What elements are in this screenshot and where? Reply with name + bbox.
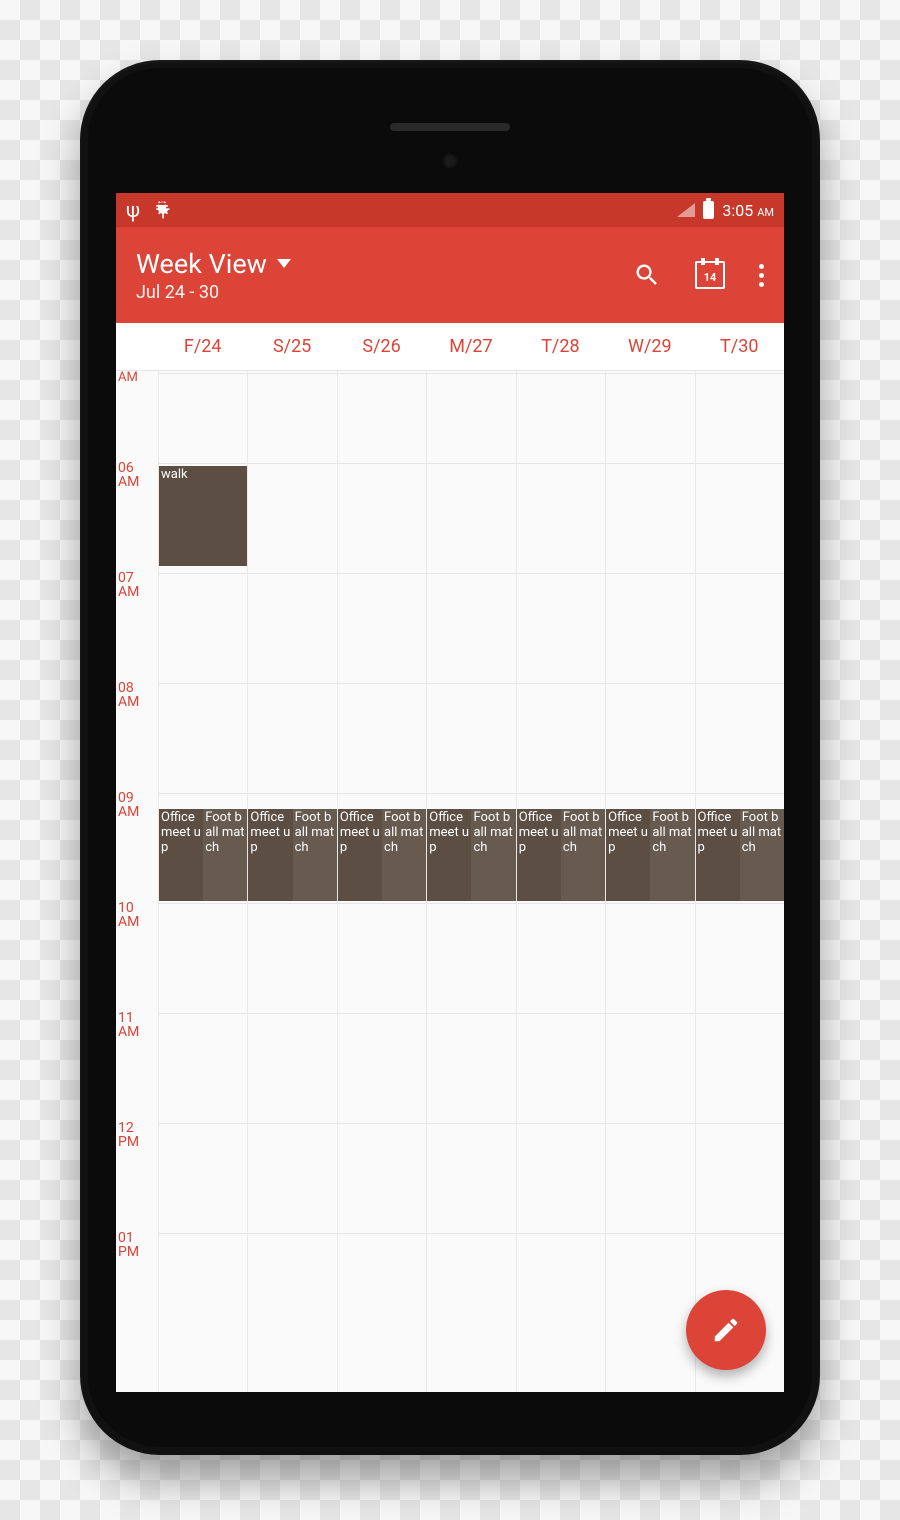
day-column[interactable]: Office meet up Foot ball mat ch [695,371,784,1392]
time-gutter-header [116,323,158,370]
usb-icon: ψ [126,200,140,220]
status-clock-time: 3:05 [722,201,753,220]
day-column[interactable]: Office meet up Foot ball mat ch [337,371,426,1392]
appbar-title: Week View [136,248,267,280]
phone-camera [442,153,458,169]
day-columns: walk Office meet up Foot ball mat ch Off… [158,371,784,1392]
event-office-meetup[interactable]: Office meet up [517,809,561,901]
event-walk[interactable]: walk [159,466,247,566]
event-football-match[interactable]: Foot ball mat ch [740,809,784,901]
search-button[interactable] [633,261,661,289]
event-football-match[interactable]: Foot ball mat ch [561,809,605,901]
status-clock-ampm: AM [757,206,774,219]
signal-icon [677,203,695,217]
event-football-match[interactable]: Foot ball mat ch [293,809,337,901]
event-office-meetup[interactable]: Office meet up [248,809,292,901]
phone-frame: ψ 3:05 AM [80,60,820,1455]
debug-icon [152,200,172,220]
time-label: 12 PM [118,1121,156,1149]
day-column[interactable]: Office meet up Foot ball mat ch [426,371,515,1392]
overflow-menu-icon [759,264,764,287]
time-label: 07 AM [118,571,156,599]
day-column[interactable]: Office meet up Foot ball mat ch [247,371,336,1392]
time-label: AM [118,371,156,384]
app-bar: Week View Jul 24 - 30 14 [116,227,784,323]
add-event-fab[interactable] [686,1290,766,1370]
event-office-meetup[interactable]: Office meet up [338,809,382,901]
calendar-today-icon: 14 [695,261,725,289]
day-header[interactable]: T/30 [695,323,784,370]
time-gutter: AM 06 AM 07 AM 08 AM 09 AM 10 AM 11 AM 12 PM 01 … [116,371,158,1392]
event-football-match[interactable]: Foot ball mat ch [650,809,694,901]
day-column[interactable]: walk Office meet up Foot ball mat ch [158,371,247,1392]
edit-icon [711,1315,741,1345]
event-football-match[interactable]: Foot ball mat ch [382,809,426,901]
time-label: 08 AM [118,681,156,709]
dropdown-arrow-icon [277,259,291,268]
status-clock: 3:05 AM [722,201,774,220]
appbar-subtitle: Jul 24 - 30 [136,282,291,303]
day-column[interactable]: Office meet up Foot ball mat ch [605,371,694,1392]
search-icon [633,261,661,289]
event-office-meetup[interactable]: Office meet up [159,809,203,901]
time-label: 01 PM [118,1231,156,1259]
day-column[interactable]: Office meet up Foot ball mat ch [516,371,605,1392]
overflow-menu-button[interactable] [759,264,764,287]
event-office-meetup[interactable]: Office meet up [696,809,740,901]
day-header[interactable]: S/25 [247,323,336,370]
day-header[interactable]: W/29 [605,323,694,370]
time-label: 11 AM [118,1011,156,1039]
phone-speaker [390,123,510,131]
status-bar: ψ 3:05 AM [116,193,784,227]
day-header[interactable]: T/28 [516,323,605,370]
screen: ψ 3:05 AM [116,193,784,1392]
day-header[interactable]: F/24 [158,323,247,370]
event-office-meetup[interactable]: Office meet up [427,809,471,901]
phone-inner: ψ 3:05 AM [88,68,812,1447]
day-header-row: F/24 S/25 S/26 M/27 T/28 W/29 T/30 [116,323,784,371]
event-office-meetup[interactable]: Office meet up [606,809,650,901]
day-header[interactable]: S/26 [337,323,426,370]
day-header[interactable]: M/27 [426,323,515,370]
today-number: 14 [704,271,717,284]
time-label: 06 AM [118,461,156,489]
time-label: 09 AM [118,791,156,819]
today-button[interactable]: 14 [695,261,725,289]
battery-icon [703,201,714,219]
event-football-match[interactable]: Foot ball mat ch [471,809,515,901]
time-label: 10 AM [118,901,156,929]
calendar-body[interactable]: AM 06 AM 07 AM 08 AM 09 AM 10 AM 11 AM 12 PM 01 … [116,371,784,1392]
event-football-match[interactable]: Foot ball mat ch [203,809,247,901]
title-dropdown[interactable]: Week View Jul 24 - 30 [136,248,291,303]
